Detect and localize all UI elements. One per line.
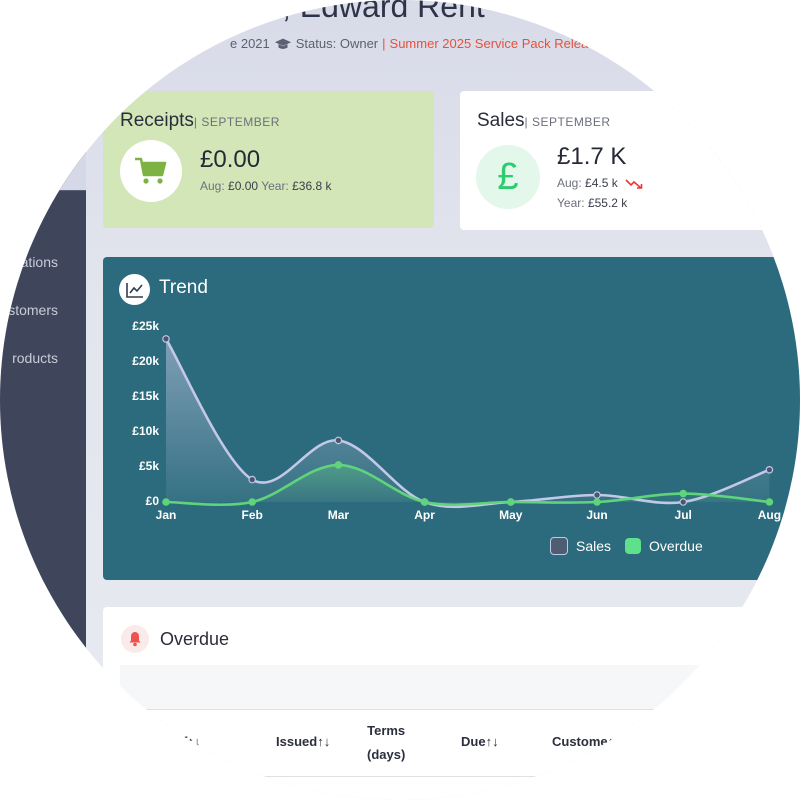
column-header-terms[interactable]: Terms (days) [367, 719, 405, 767]
sort-icon: ↑↓ [485, 734, 499, 749]
sort-icon: ↑↓ [317, 734, 331, 749]
column-header-issued[interactable]: Issued↑↓ [276, 734, 330, 749]
sidebar-divider [0, 190, 86, 191]
data-point-overdue[interactable] [420, 498, 429, 506]
page-title: ck, Edward Rent [250, 0, 485, 24]
trending-down-icon [625, 179, 643, 189]
sidebar-item-products[interactable]: roducts [12, 350, 58, 366]
sales-year-stat: Year: £55.2 k [557, 196, 627, 210]
overdue-panel: Overdue f↑↓ Issued↑↓ Terms (days) Due↑↓ … [103, 607, 800, 800]
sales-amount: £1.7 K [557, 143, 627, 170]
column-header-due[interactable]: Due↑↓ [461, 734, 499, 749]
chart-legend: Sales Overdue [550, 537, 703, 555]
data-point-overdue[interactable] [334, 461, 343, 469]
receipts-label: Receipts [120, 110, 194, 131]
sales-aug-stat: Aug: £4.5 k [557, 176, 643, 190]
legend-label-overdue[interactable]: Overdue [649, 538, 703, 554]
pound-symbol: £ [497, 155, 519, 198]
data-point-overdue[interactable] [593, 498, 601, 506]
separator: | [382, 36, 386, 51]
receipts-title: Receipts| SEPTEMBER [120, 110, 280, 132]
data-point-overdue[interactable] [506, 498, 515, 506]
data-point-overdue[interactable] [162, 498, 170, 506]
receipts-aug-label: Aug: [200, 179, 225, 193]
data-point-overdue[interactable] [248, 498, 257, 506]
data-point-sales[interactable] [248, 475, 257, 484]
data-point-sales[interactable] [765, 466, 774, 474]
status-text: Status: Owner [295, 36, 379, 51]
sales-year-label: Year: [557, 196, 585, 210]
customer-label: Custome [552, 734, 608, 749]
sales-aug-label: Aug: [557, 176, 582, 190]
page: ations stomers roducts ck, Edward Rent e… [0, 0, 800, 800]
trend-panel: Trend £0 £5k £10k £15k £20k £25k Jan Feb Mar Apr… [103, 257, 800, 580]
legend-label-sales[interactable]: Sales [576, 538, 611, 554]
sidebar-header [0, 0, 86, 190]
data-point-sales[interactable] [162, 335, 170, 343]
table-row-divider [120, 776, 760, 777]
data-point-sales[interactable] [679, 498, 688, 506]
receipts-year-label: Year: [261, 179, 289, 193]
header-subline: e 2021 Status: Owner | Summer 2025 Servi… [230, 36, 609, 51]
date-text: e 2021 [230, 36, 270, 51]
column-header-ref[interactable]: f↑↓ [183, 734, 200, 749]
legend-swatch-sales[interactable] [550, 537, 568, 555]
sidebar-item-customers[interactable]: stomers [8, 302, 58, 318]
due-label: Due [461, 734, 486, 749]
series-line-sales [164, 338, 770, 509]
receipts-period: | SEPTEMBER [193, 115, 280, 129]
terms-label: Terms [367, 723, 406, 738]
data-point-sales[interactable] [593, 491, 601, 499]
sales-period: | SEPTEMBER [524, 115, 611, 129]
sales-aug-value: £4.5 k [585, 176, 618, 190]
sales-card[interactable]: Sales| SEPTEMBER £ £1.7 K Aug: £4.5 k Ye… [460, 91, 800, 230]
bell-icon-circle [121, 625, 149, 653]
shopping-cart-icon [135, 157, 167, 184]
data-point-overdue[interactable] [679, 489, 688, 498]
receipts-card[interactable]: Receipts| SEPTEMBER £0.00 Aug: £0.00 Yea… [103, 91, 434, 228]
trend-chart [162, 335, 774, 509]
terms-unit: (days) [367, 747, 406, 762]
bell-icon [129, 632, 141, 647]
sales-year-value: £55.2 k [587, 196, 628, 210]
sidebar: ations stomers roducts [0, 0, 86, 800]
pound-icon: £ [476, 145, 540, 209]
graduation-cap-icon [274, 38, 291, 49]
sales-label: Sales [477, 110, 525, 131]
table-toolbar [120, 665, 760, 709]
sort-icon: ↑ [607, 734, 615, 749]
receipts-amount: £0.00 [200, 146, 261, 173]
column-header-customer[interactable]: Custome↑ [552, 734, 614, 749]
legend-swatch-overdue[interactable] [625, 538, 642, 554]
sidebar-item-locations[interactable]: ations [21, 254, 58, 270]
sales-title: Sales| SEPTEMBER [477, 110, 611, 132]
data-point-sales[interactable] [334, 436, 343, 445]
receipts-year-value: £36.8 k [292, 179, 332, 193]
data-point-overdue[interactable] [765, 498, 774, 506]
receipts-aug-value: £0.00 [228, 179, 259, 193]
table-divider [120, 709, 760, 710]
receipts-stats: Aug: £0.00 Year: £36.8 k [200, 179, 332, 193]
overdue-title: Overdue [160, 629, 230, 649]
issued-label: Issued [276, 734, 318, 749]
announcement-link[interactable]: Summer 2025 Service Pack Released [390, 36, 610, 51]
receipts-icon-circle [120, 140, 182, 202]
